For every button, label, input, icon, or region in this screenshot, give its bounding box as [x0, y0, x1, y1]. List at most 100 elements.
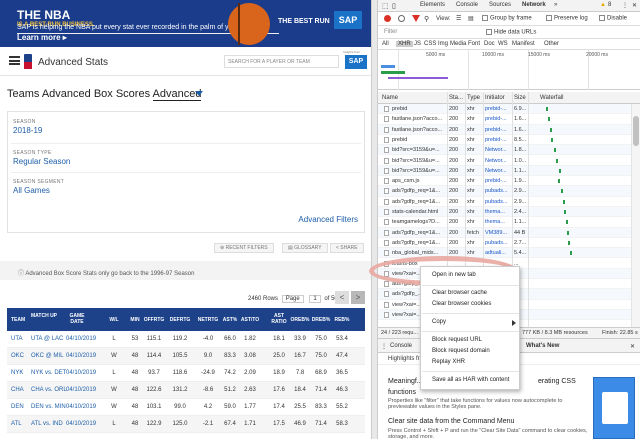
close-icon[interactable]: ✕ — [632, 2, 637, 9]
ad-learn-more[interactable]: Learn more ▸ — [17, 33, 67, 42]
col-name[interactable]: Name — [382, 95, 398, 101]
request-row[interactable]: fastlane.json?acco... 200 xhr prebid-... 1.6… — [378, 124, 640, 135]
type-filter-css[interactable]: CSS — [424, 41, 436, 47]
request-row[interactable]: prebid 200 xhr prebid-... 8.5... — [378, 135, 640, 146]
menu-item-copy[interactable]: Copy — [432, 319, 446, 325]
table-cell[interactable]: 04/10/2019 — [66, 421, 96, 427]
overview-icon[interactable]: ▤ — [468, 15, 474, 22]
more-options-icon[interactable]: ⋮ — [622, 2, 628, 9]
table-cell[interactable]: 04/10/2019 — [66, 353, 96, 359]
checkbox[interactable] — [599, 15, 605, 21]
season-segment-select[interactable]: All Games — [13, 186, 50, 195]
column-header[interactable]: NETRTG — [197, 317, 219, 323]
type-filter-other[interactable]: Other — [544, 41, 559, 47]
disable-cache[interactable]: Disable — [599, 15, 627, 22]
column-header[interactable]: W/L — [103, 317, 125, 323]
request-row[interactable]: bid?src=3159&u=... 200 xhr Networ... 1.8... — [378, 145, 640, 156]
large-rows-icon[interactable]: ☰ — [456, 15, 461, 22]
column-header[interactable]: DREB% — [310, 317, 332, 323]
more-tabs-icon[interactable]: » — [554, 2, 557, 8]
advanced-filters-link[interactable]: Advanced Filters — [298, 215, 358, 224]
filter-icon[interactable] — [412, 15, 420, 22]
record-icon[interactable] — [384, 15, 391, 22]
menu-item-block-domain[interactable]: Block request domain — [432, 348, 490, 354]
type-filter-js[interactable]: JS — [414, 41, 421, 47]
menu-item-block-url[interactable]: Block request URL — [432, 337, 482, 343]
warning-icon[interactable]: ▲ — [600, 2, 606, 8]
column-header[interactable]: OFFRTG — [143, 317, 165, 323]
type-filter-xhr[interactable]: XHR — [396, 41, 413, 47]
tab-network[interactable]: Network — [522, 2, 546, 8]
menu-icon[interactable] — [9, 56, 20, 65]
request-row[interactable]: fastlane.json?acco... 200 xhr prebid-... 1.6… — [378, 114, 640, 125]
hide-data-urls[interactable]: Hide data URLs — [486, 29, 536, 36]
recent-filters-button[interactable]: ⊕ RECENT FILTERS — [214, 243, 274, 253]
request-row[interactable]: prebid 200 xhr prebid-... 6.9... — [378, 104, 640, 115]
group-by-frame[interactable]: Group by frame — [482, 15, 532, 22]
column-header[interactable]: DEFRTG — [169, 317, 191, 323]
table-cell[interactable]: 04/10/2019 — [66, 336, 96, 342]
menu-item-replay-xhr[interactable]: Replay XHR — [432, 359, 465, 365]
site-title[interactable]: Advanced Stats — [38, 57, 108, 68]
column-header[interactable]: AST% — [219, 317, 241, 323]
menu-item-clear-cookies[interactable]: Clear browser cookies — [432, 301, 491, 307]
column-header[interactable]: AST RATIO — [268, 313, 290, 325]
table-cell[interactable]: NYK vs. DET — [31, 370, 71, 376]
type-filter-img[interactable]: Img — [438, 41, 448, 47]
checkbox[interactable] — [486, 29, 492, 35]
drawer-tab-whats-new[interactable]: What's New — [526, 343, 559, 349]
drawer-tab-console[interactable]: Console — [390, 343, 412, 349]
column-header[interactable]: GAME DATE — [66, 313, 88, 325]
request-row[interactable]: ads?gdfp_req=1&... 200 xhr pubads... 2.7... — [378, 238, 640, 249]
col-type[interactable]: Type — [467, 95, 480, 101]
page-select[interactable]: 1 — [309, 295, 321, 303]
table-cell[interactable]: 04/10/2019 — [66, 404, 96, 410]
search-input[interactable]: SEARCH FOR A PLAYER OR TEAM — [224, 55, 339, 68]
chevron-down-icon[interactable] — [195, 91, 203, 96]
request-row[interactable]: bid?src=3159&u=... 200 xhr Networ... 1.1... — [378, 165, 640, 177]
inspect-icon[interactable]: ⬚ — [382, 2, 389, 10]
col-size[interactable]: Size — [514, 95, 526, 101]
search-icon[interactable]: ⚲ — [424, 15, 429, 23]
request-row[interactable]: aps_csm.js 200 xhr prebid-... 1.9... — [378, 176, 640, 187]
table-cell[interactable]: OKC @ MIL — [31, 353, 71, 359]
glossary-button[interactable]: ▤ GLOSSARY — [282, 243, 328, 253]
tab-elements[interactable]: Elements — [420, 2, 445, 8]
preserve-log[interactable]: Preserve log — [546, 15, 588, 22]
next-page-button[interactable]: > — [351, 291, 365, 304]
clear-icon[interactable] — [398, 15, 405, 22]
nba-logo-icon[interactable] — [24, 54, 32, 69]
table-cell[interactable]: ATL vs. IND — [31, 421, 71, 427]
col-status[interactable]: Sta... — [449, 95, 463, 101]
checkbox[interactable] — [546, 15, 552, 21]
menu-item-save-har[interactable]: Save all as HAR with content — [432, 377, 509, 383]
col-waterfall[interactable]: Waterfall — [540, 95, 563, 101]
request-row[interactable]: ads?gdfp_req=1&... 200 xhr pubads... 2.9... — [378, 186, 640, 197]
type-filter-ws[interactable]: WS — [498, 41, 508, 47]
panel-divider[interactable] — [371, 0, 378, 439]
type-filter-doc[interactable]: Doc — [484, 41, 495, 47]
table-cell[interactable]: DEN vs. MIN — [31, 404, 71, 410]
checkbox[interactable] — [482, 15, 488, 21]
type-filter-all[interactable]: All — [382, 41, 389, 47]
col-initiator[interactable]: Initiator — [485, 95, 505, 101]
column-header[interactable]: REB% — [331, 317, 353, 323]
request-row[interactable]: ads?gdfp_req=1&... 200 fetch VM389... 44 B — [378, 227, 640, 238]
filter-input[interactable]: Filter — [384, 29, 474, 37]
drawer-menu-icon[interactable]: ⋮ — [381, 343, 387, 350]
column-header[interactable]: OREB% — [289, 317, 311, 323]
request-row[interactable]: bid?src=3159&u=... 200 xhr Networ... 1.0... — [378, 156, 640, 166]
menu-item-open-in-new-tab[interactable]: Open in new tab — [432, 272, 476, 278]
request-row[interactable]: ads?gdfp_req=1&... 200 xhr pubads... 2.9... — [378, 197, 640, 207]
menu-item-clear-cache[interactable]: Clear browser cache — [432, 290, 487, 296]
request-row[interactable]: stats-calendar.html 200 xhr thema... 2.4... — [378, 207, 640, 218]
sap-ad-banner[interactable]: THE NBA IS A BEST-RUN BUSINESS. SAP is h… — [0, 0, 371, 47]
column-header[interactable]: MATCH UP — [31, 313, 66, 319]
season-type-select[interactable]: Regular Season — [13, 157, 70, 166]
request-row[interactable]: teamgamelogs?D... 200 xhr thema... 1.1... — [378, 217, 640, 228]
table-cell[interactable]: 04/10/2019 — [66, 370, 96, 376]
column-header[interactable]: AST/TO — [239, 317, 261, 323]
table-cell[interactable]: UTA @ LAC — [31, 336, 71, 342]
prev-page-button[interactable]: < — [335, 291, 349, 304]
device-toolbar-icon[interactable]: ▯ — [392, 2, 396, 10]
